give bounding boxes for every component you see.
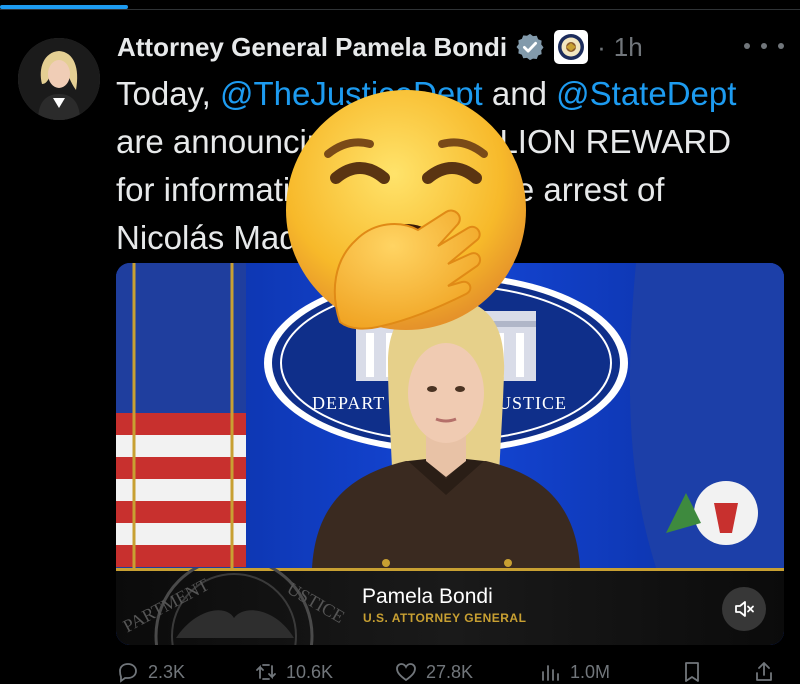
views-icon [542, 665, 559, 681]
repost-count: 10.6K [286, 661, 334, 682]
video-caption-title: U.S. ATTORNEY GENERAL [363, 611, 527, 625]
share-button[interactable] [752, 660, 776, 684]
verified-badge-icon[interactable] [515, 32, 545, 62]
backdrop-text-right: USTICE [498, 393, 567, 413]
bookmark-icon [685, 662, 699, 682]
doj-seal-icon[interactable] [553, 29, 589, 65]
action-bar: 2.3K 10.6K 27.8K 1.0M [116, 660, 784, 684]
mute-toggle-button[interactable] [722, 587, 766, 631]
mention-state-dept[interactable]: @StateDept [556, 75, 736, 112]
tweet-header: Attorney General Pamela Bondi · 1h [117, 30, 643, 64]
video-caption-name: Pamela Bondi [362, 585, 493, 608]
share-icon [756, 662, 772, 681]
repost-icon [256, 664, 276, 680]
reply-button[interactable]: 2.3K [116, 660, 185, 684]
reply-count: 2.3K [148, 661, 186, 682]
reply-icon [119, 663, 137, 683]
speaker-muted-icon [735, 601, 754, 617]
heart-icon [396, 663, 416, 682]
views-button[interactable]: 1.0M [538, 660, 610, 684]
divider [0, 9, 800, 10]
yawning-face-emoji-icon [278, 82, 534, 338]
like-button[interactable]: 27.8K [394, 660, 473, 684]
views-count: 1.0M [570, 661, 611, 682]
repost-button[interactable]: 10.6K [254, 660, 333, 684]
text-segment: Today, [116, 75, 220, 112]
bookmark-button[interactable] [680, 660, 704, 684]
author-name[interactable]: Attorney General Pamela Bondi [117, 32, 507, 63]
backdrop-text-left: DEPART [312, 393, 385, 413]
timestamp[interactable]: 1h [614, 32, 643, 63]
doj-seal-watermark: PARTMENT USTICE [120, 568, 348, 645]
like-count: 27.8K [426, 661, 474, 682]
more-options-icon[interactable] [744, 34, 784, 58]
time-separator: · [597, 31, 606, 62]
author-avatar[interactable] [18, 38, 100, 120]
